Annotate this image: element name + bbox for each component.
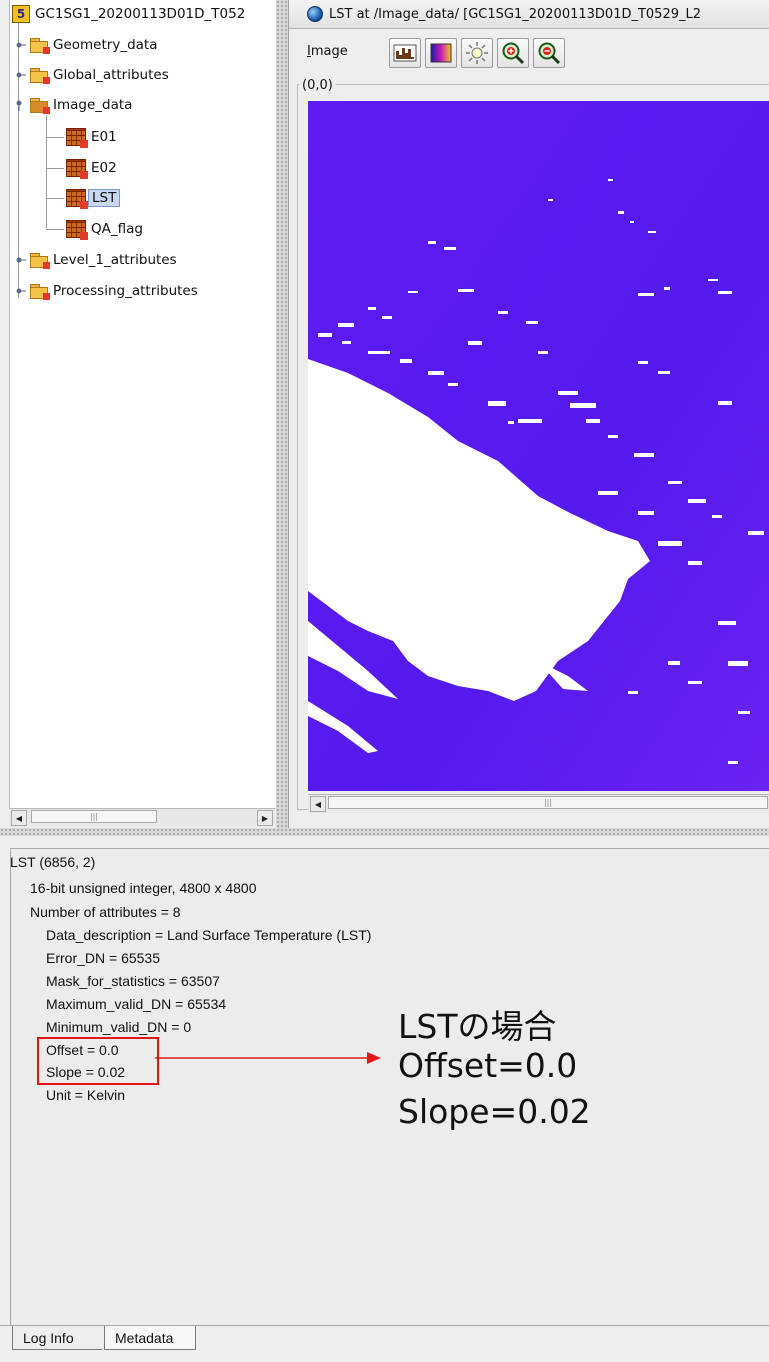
annotation-slope: Slope=0.02: [398, 1092, 591, 1131]
hdf5-file-icon: 5: [12, 5, 30, 23]
tree-node-label: E01: [91, 129, 117, 145]
dataset-icon: [66, 128, 88, 148]
open-folder-icon: [30, 98, 50, 114]
scroll-left-icon[interactable]: ◀: [310, 796, 326, 812]
zoom-in-icon: [502, 42, 525, 65]
tree-node-label: Global_attributes: [53, 67, 169, 83]
tree-node-image-data[interactable]: Image_data: [16, 94, 132, 116]
hdf-tree-panel: 5 GC1SG1_20200113D01D_T052 Geometry_data…: [9, 0, 277, 808]
attribute-line: Unit = Kelvin: [46, 1087, 125, 1103]
tree-node-label: Processing_attributes: [53, 283, 198, 299]
collapsed-node-icon[interactable]: [16, 40, 26, 50]
collapsed-node-icon[interactable]: [16, 286, 26, 296]
viewer-title: LST at /Image_data/ [GC1SG1_20200113D01D…: [329, 6, 702, 22]
zoom-out-icon: [538, 42, 561, 65]
tree-node-label: QA_flag: [91, 221, 143, 237]
viewer-title-bar[interactable]: LST at /Image_data/ [GC1SG1_20200113D01D…: [289, 0, 769, 29]
attribute-line: Error_DN = 65535: [46, 950, 161, 966]
dataset-icon: [66, 159, 88, 179]
tree-node-qa-flag[interactable]: QA_flag: [46, 218, 143, 240]
viewer-horizontal-scrollbar[interactable]: ◀ |||: [308, 794, 769, 813]
zoom-in-button[interactable]: [497, 38, 529, 68]
collapsed-node-icon[interactable]: [16, 70, 26, 80]
tab-log-info[interactable]: Log Info: [12, 1326, 102, 1350]
annotation-title: LSTの場合: [398, 1007, 557, 1046]
bottom-tab-bar: Log Info Metadata: [0, 1325, 769, 1362]
brightness-icon: [466, 42, 488, 64]
tree-node-global-attributes[interactable]: Global_attributes: [16, 64, 169, 86]
scrollbar-thumb[interactable]: |||: [328, 796, 768, 809]
tree-node-lst[interactable]: LST: [46, 187, 121, 209]
scrollbar-thumb[interactable]: |||: [31, 810, 157, 823]
group-folder-icon: [30, 253, 50, 269]
dataset-type-line: 16-bit unsigned integer, 4800 x 4800: [30, 880, 257, 896]
annotation-arrow: [155, 1052, 381, 1064]
tab-label: Metadata: [115, 1329, 174, 1346]
palette-icon: [430, 43, 452, 63]
tree-node-label: Level_1_attributes: [53, 252, 177, 268]
dataset-header: LST (6856, 2): [10, 854, 96, 870]
tab-metadata[interactable]: Metadata: [104, 1326, 196, 1350]
annotation-offset: Offset=0.0: [398, 1046, 578, 1085]
attribute-line: Mask_for_statistics = 63507: [46, 973, 220, 989]
palette-button[interactable]: [425, 38, 457, 68]
tree-node-label: Image_data: [53, 97, 133, 113]
viewer-toolbar: Image: [289, 30, 769, 74]
horizontal-splitter[interactable]: [0, 828, 769, 836]
group-folder-icon: [30, 68, 50, 84]
lst-raster: [308, 101, 769, 791]
attribute-line: Data_description = Land Surface Temperat…: [46, 927, 372, 943]
origin-coordinate-label: (0,0): [299, 78, 336, 93]
group-folder-icon: [30, 38, 50, 54]
group-folder-icon: [30, 284, 50, 300]
image-menu[interactable]: Image: [307, 44, 348, 59]
tree-node-geometry[interactable]: Geometry_data: [16, 34, 157, 56]
dataset-icon: [66, 220, 88, 240]
image-menu-label: mage: [310, 44, 348, 59]
tree-node-level1-attributes[interactable]: Level_1_attributes: [16, 249, 177, 271]
scroll-left-icon[interactable]: ◀: [11, 810, 27, 826]
attribute-line: Minimum_valid_DN = 0: [46, 1019, 192, 1035]
tree-node-label: E02: [91, 160, 117, 176]
attribute-count: Number of attributes = 8: [30, 904, 181, 920]
scroll-right-icon[interactable]: ▶: [257, 810, 273, 826]
tree-node-e02[interactable]: E02: [46, 157, 117, 179]
tree-root[interactable]: 5 GC1SG1_20200113D01D_T052: [12, 3, 245, 25]
collapsed-node-icon[interactable]: [16, 255, 26, 265]
histogram-icon: [393, 44, 417, 62]
dataset-icon: [66, 189, 88, 209]
tab-label: Log Info: [23, 1329, 74, 1346]
highlight-box: [37, 1037, 159, 1085]
expanded-node-icon[interactable]: [16, 99, 26, 111]
tree-node-label: Geometry_data: [53, 37, 158, 53]
globe-icon: [307, 6, 323, 22]
histogram-button[interactable]: [389, 38, 421, 68]
brightness-button[interactable]: [461, 38, 493, 68]
tree-node-processing-attributes[interactable]: Processing_attributes: [16, 280, 198, 302]
tree-node-label-selected: LST: [88, 189, 121, 207]
lst-image[interactable]: [308, 101, 769, 791]
tree-node-e01[interactable]: E01: [46, 126, 117, 148]
zoom-out-button[interactable]: [533, 38, 565, 68]
tree-horizontal-scrollbar[interactable]: ◀ ||| ▶: [9, 808, 275, 827]
attribute-line: Maximum_valid_DN = 65534: [46, 996, 227, 1012]
image-viewer-window: LST at /Image_data/ [GC1SG1_20200113D01D…: [288, 0, 769, 828]
tree-root-label: GC1SG1_20200113D01D_T052: [35, 6, 246, 22]
vertical-splitter[interactable]: [276, 0, 288, 828]
